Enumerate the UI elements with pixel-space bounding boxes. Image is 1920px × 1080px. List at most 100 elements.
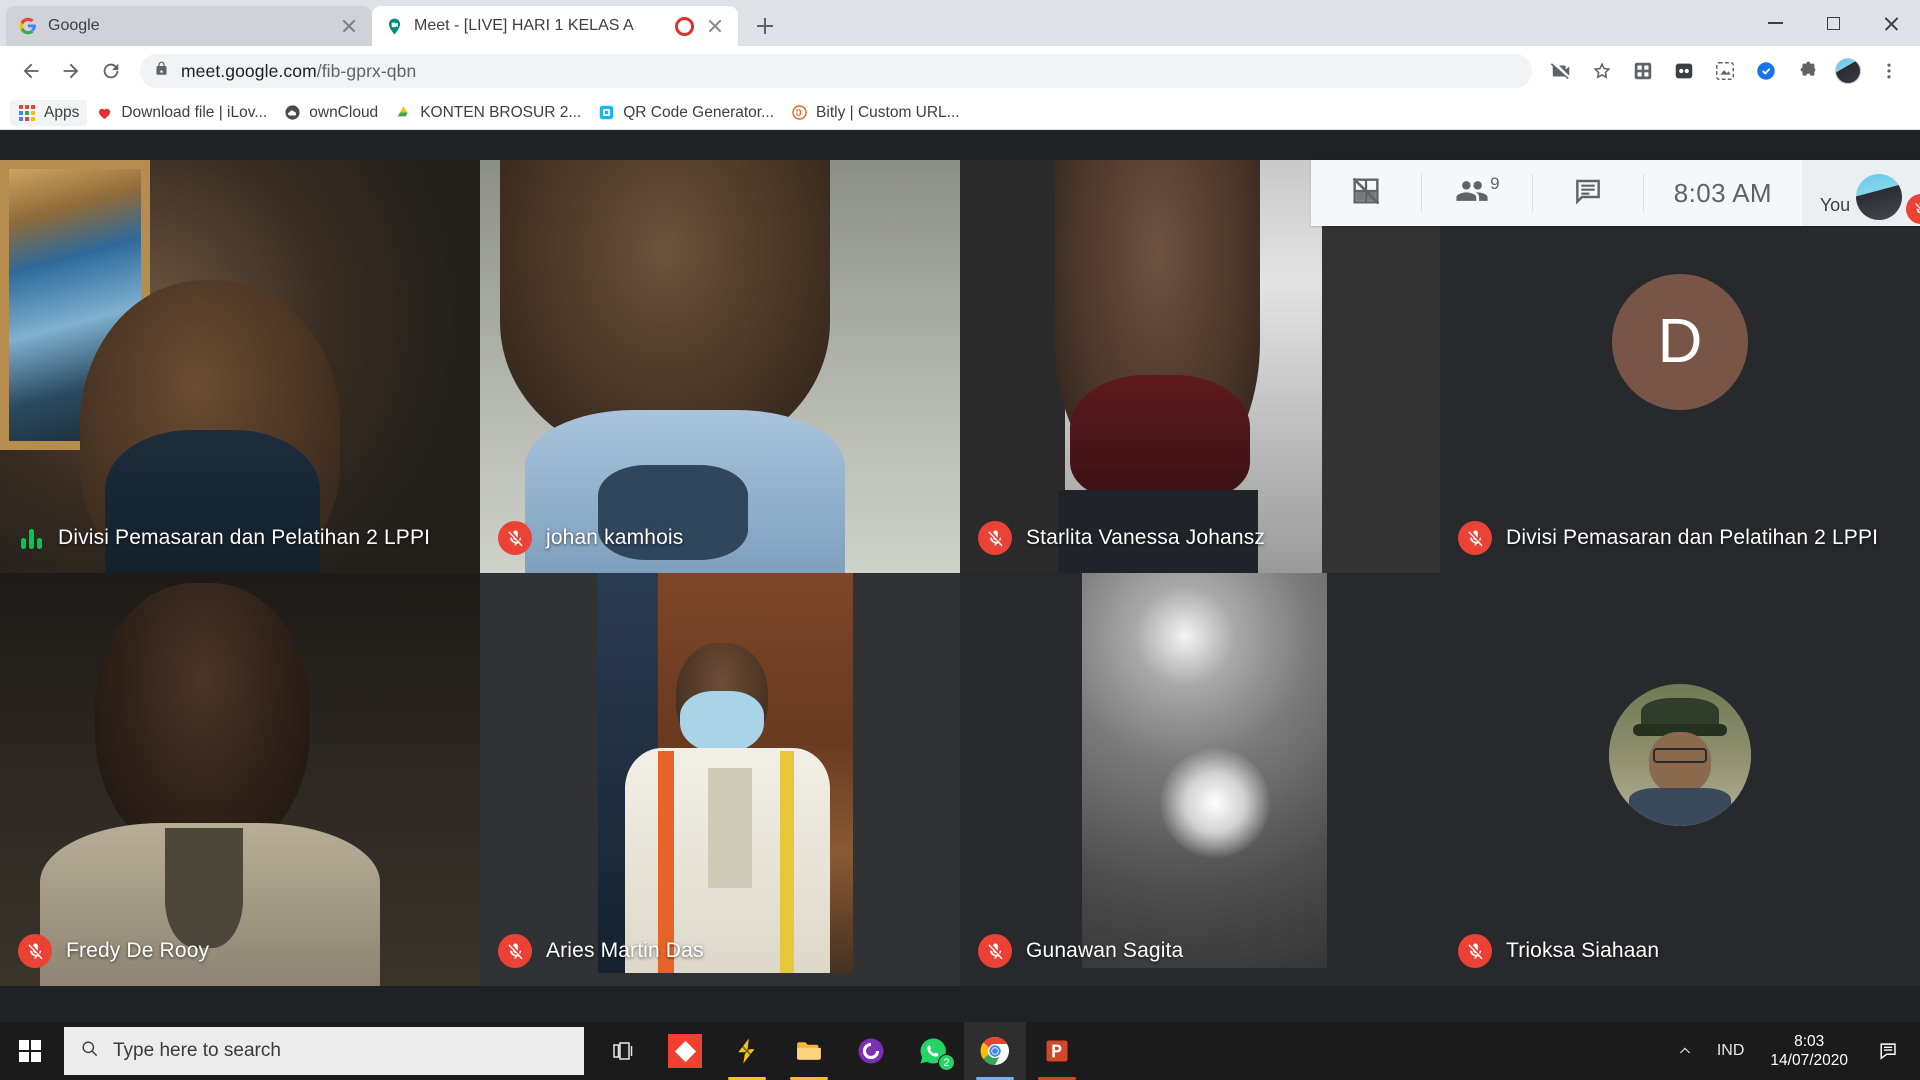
bitly-icon xyxy=(790,104,808,122)
start-button[interactable] xyxy=(0,1022,60,1080)
self-avatar xyxy=(1856,174,1903,220)
avatar-initial: D xyxy=(1612,273,1748,410)
self-label: You xyxy=(1819,195,1851,215)
participant-namebar: Divisi Pemasaran dan Pelatihan 2 LPPI xyxy=(0,503,480,573)
mic-muted-icon xyxy=(18,934,52,968)
extensions-puzzle-icon[interactable] xyxy=(1788,52,1826,90)
show-hidden-icons-button[interactable] xyxy=(1665,1022,1705,1080)
back-button[interactable] xyxy=(12,52,50,90)
clock-time: 8:03 xyxy=(1794,1032,1825,1050)
windows-taskbar: Type here to search 2 IND 8:03 14/07/202… xyxy=(0,1022,1920,1080)
participant-namebar: johan kamhois xyxy=(480,503,960,573)
maximize-button[interactable] xyxy=(1804,0,1862,46)
avatar-photo xyxy=(1609,683,1751,826)
participant-tile[interactable]: Gunawan Sagita xyxy=(960,573,1440,986)
profile-avatar[interactable] xyxy=(1829,52,1867,90)
mic-muted-icon xyxy=(498,521,532,555)
task-view-button[interactable] xyxy=(592,1022,654,1080)
layout-grid-off-button[interactable] xyxy=(1311,160,1421,226)
google-chrome[interactable] xyxy=(964,1022,1026,1080)
forward-button[interactable] xyxy=(52,52,90,90)
google-icon xyxy=(18,16,38,36)
app-yellow-bolt[interactable] xyxy=(716,1022,778,1080)
self-view-tile[interactable]: You xyxy=(1802,160,1920,226)
close-icon[interactable] xyxy=(338,15,360,37)
window-controls xyxy=(1746,0,1920,46)
participant-namebar: Aries Martin Das xyxy=(480,916,960,986)
chat-icon xyxy=(1572,175,1604,212)
extension-dark-icon[interactable] xyxy=(1665,52,1703,90)
extension-blue-icon[interactable] xyxy=(1747,52,1785,90)
owncloud-icon xyxy=(283,104,301,122)
participant-tile[interactable]: Trioksa Siahaan xyxy=(1440,573,1920,986)
tab-meet[interactable]: Meet - [LIVE] HARI 1 KELAS A xyxy=(372,6,738,46)
close-window-button[interactable] xyxy=(1862,0,1920,46)
participant-name: Divisi Pemasaran dan Pelatihan 2 LPPI xyxy=(58,526,431,549)
new-tab-button[interactable] xyxy=(748,9,782,43)
mic-muted-icon xyxy=(978,521,1012,555)
file-explorer[interactable] xyxy=(778,1022,840,1080)
mic-muted-icon xyxy=(978,934,1012,968)
toolbar-icons xyxy=(1542,52,1908,90)
app-red-diamond[interactable] xyxy=(654,1022,716,1080)
participant-tile[interactable]: johan kamhois xyxy=(480,160,960,573)
minimize-button[interactable] xyxy=(1746,0,1804,46)
bookmark-label: Download file | iLov... xyxy=(121,103,268,121)
meet-controls-bar: 9 8:03 AM You xyxy=(1310,160,1920,226)
search-icon xyxy=(80,1039,99,1063)
address-bar[interactable]: meet.google.com/fib-gprx-qbn xyxy=(140,54,1532,88)
bookmark-bitly[interactable]: Bitly | Custom URL... xyxy=(782,100,968,126)
bookmark-label: Bitly | Custom URL... xyxy=(816,103,960,121)
windows-logo-icon xyxy=(18,1039,42,1063)
tab-title: Google xyxy=(48,17,100,34)
mic-muted-icon xyxy=(498,934,532,968)
search-placeholder: Type here to search xyxy=(113,1040,281,1061)
camera-blocked-icon[interactable] xyxy=(1542,52,1580,90)
people-button[interactable]: 9 xyxy=(1422,160,1532,226)
participant-name: Starlita Vanessa Johansz xyxy=(1026,526,1266,549)
language-indicator[interactable]: IND xyxy=(1705,1022,1757,1080)
bookmark-owncloud[interactable]: ownCloud xyxy=(275,100,386,126)
tab-google[interactable]: Google xyxy=(6,6,372,46)
grid-off-icon xyxy=(1349,174,1383,213)
participant-tile[interactable]: Aries Martin Das xyxy=(480,573,960,986)
participant-namebar: Gunawan Sagita xyxy=(960,916,1440,986)
ilovepdf-icon xyxy=(95,104,113,122)
participant-name: Trioksa Siahaan xyxy=(1506,939,1660,962)
bookmark-label: ownCloud xyxy=(309,103,379,121)
whatsapp-badge: 2 xyxy=(938,1054,955,1071)
clock[interactable]: 8:03 14/07/2020 xyxy=(1756,1032,1862,1071)
bookmark-star-icon[interactable] xyxy=(1583,52,1621,90)
participant-namebar: Fredy De Rooy xyxy=(0,916,480,986)
taskbar-apps: 2 xyxy=(592,1022,1088,1080)
bookmark-qr-code-generator[interactable]: QR Code Generator... xyxy=(589,100,782,126)
powerpoint[interactable] xyxy=(1026,1022,1088,1080)
google-drive-icon xyxy=(394,104,412,122)
bookmark-label: Apps xyxy=(44,103,80,121)
bookmark-konten-brosur[interactable]: KONTEN BROSUR 2... xyxy=(386,100,589,126)
chrome-menu-icon[interactable] xyxy=(1870,52,1908,90)
extension-screenshot-icon[interactable] xyxy=(1706,52,1744,90)
chat-button[interactable] xyxy=(1533,160,1643,226)
bookmark-apps[interactable]: Apps xyxy=(10,99,88,126)
reload-button[interactable] xyxy=(92,52,130,90)
close-icon[interactable] xyxy=(704,15,726,37)
participant-row-2: Fredy De Rooy Aries Martin Das Gunawan S… xyxy=(0,573,1920,986)
recording-indicator-icon xyxy=(675,16,694,36)
app-purple[interactable] xyxy=(840,1022,902,1080)
apps-grid-icon xyxy=(18,104,36,122)
whatsapp[interactable]: 2 xyxy=(902,1022,964,1080)
url-text: meet.google.com/fib-gprx-qbn xyxy=(181,60,417,81)
extension-grid-icon[interactable] xyxy=(1624,52,1662,90)
clock-date: 14/07/2020 xyxy=(1770,1052,1848,1069)
participant-tile[interactable]: Fredy De Rooy xyxy=(0,573,480,986)
participant-name: Gunawan Sagita xyxy=(1026,939,1184,962)
participant-tile[interactable]: Divisi Pemasaran dan Pelatihan 2 LPPI xyxy=(0,160,480,573)
bookmark-ilovepdf[interactable]: Download file | iLov... xyxy=(87,100,275,126)
meeting-time: 8:03 AM xyxy=(1673,177,1772,208)
tab-title: Meet - [LIVE] HARI 1 KELAS A xyxy=(414,17,634,34)
qr-code-icon xyxy=(597,104,615,122)
action-center-button[interactable] xyxy=(1862,1022,1916,1080)
participant-namebar: Trioksa Siahaan xyxy=(1440,916,1920,986)
search-input[interactable]: Type here to search xyxy=(64,1027,584,1075)
